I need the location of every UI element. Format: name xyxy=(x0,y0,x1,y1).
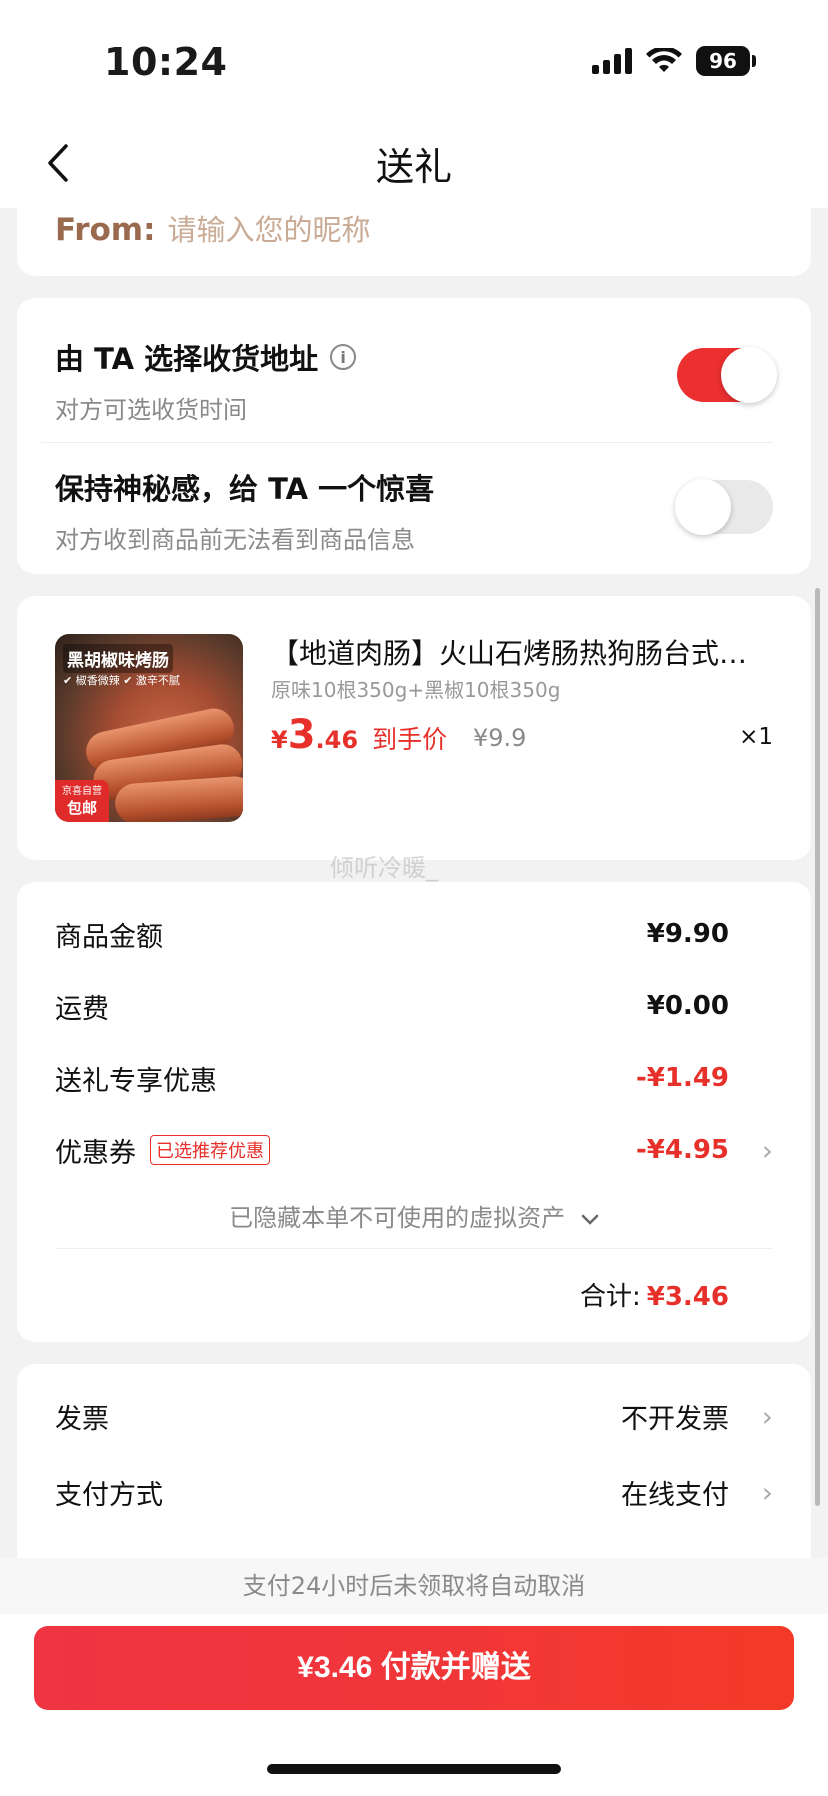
option-subtitle: 对方收到商品前无法看到商品信息 xyxy=(55,526,415,554)
from-label: From: xyxy=(55,212,156,248)
scrollbar[interactable] xyxy=(815,588,820,1506)
wifi-icon xyxy=(646,48,682,72)
from-row: From: xyxy=(55,212,668,248)
from-card: From: xyxy=(17,190,811,276)
option-title: 保持神秘感，给 TA 一个惊喜 xyxy=(55,466,773,508)
battery-tip xyxy=(752,55,756,67)
chevron-right-icon: › xyxy=(761,1133,773,1167)
total-value: ¥3.46 xyxy=(646,1282,729,1312)
status-bar: 10:24 96 xyxy=(0,0,828,120)
product-image-title: 黑胡椒味烤肠 xyxy=(63,644,173,673)
summary-row-gift-discount: 送礼专享优惠 -¥1.49 xyxy=(55,1058,773,1098)
price-tag: 到手价 xyxy=(372,725,448,754)
signal-icon xyxy=(592,48,632,74)
order-total: 合计: ¥3.46 xyxy=(580,1276,729,1313)
payment-card: 发票 不开发票 › 支付方式 在线支付 › xyxy=(17,1364,811,1558)
payment-method-label: 支付方式 xyxy=(55,1479,163,1511)
recipient-address-toggle[interactable] xyxy=(677,347,777,403)
original-price: ¥9.9 xyxy=(473,724,527,752)
info-icon[interactable]: i xyxy=(330,344,357,370)
summary-value: ¥0.00 xyxy=(646,991,729,1021)
summary-value: -¥4.95 xyxy=(635,1135,729,1165)
hidden-assets-toggle[interactable]: 已隐藏本单不可使用的虚拟资产 xyxy=(17,1198,811,1233)
chevron-down-icon xyxy=(581,1204,599,1232)
summary-value: -¥1.49 xyxy=(635,1063,729,1093)
divider xyxy=(55,1248,773,1249)
total-label: 合计: xyxy=(579,1282,641,1312)
price-currency: ¥ xyxy=(271,726,288,754)
option-mystery: 保持神秘感，给 TA 一个惊喜 对方收到商品前无法看到商品信息 xyxy=(55,466,773,555)
option-title-text: 由 TA 选择收货地址 xyxy=(55,342,319,376)
price-integer: 3 xyxy=(287,712,316,758)
product-card[interactable]: 黑胡椒味烤肠 ✔ 椒香微辣 ✔ 激辛不腻 京喜自营 包邮 【地道肉肠】火山石烤肠… xyxy=(17,596,811,860)
product-image-badge: 京喜自营 包邮 xyxy=(55,780,109,822)
status-icons: 96 xyxy=(592,46,756,76)
option-recipient-address: 由 TA 选择收货地址 i 对方可选收货时间 xyxy=(55,336,773,425)
toggle-knob xyxy=(721,347,777,403)
option-title-text: 保持神秘感，给 TA 一个惊喜 xyxy=(55,472,435,506)
payment-method-row[interactable]: 支付方式 在线支付 › xyxy=(55,1472,773,1512)
summary-label: 优惠券 xyxy=(55,1137,136,1169)
payment-method-value: 在线支付 xyxy=(621,1479,729,1511)
divider xyxy=(41,442,773,443)
summary-label: 商品金额 xyxy=(55,921,163,953)
nickname-input[interactable] xyxy=(167,213,668,247)
summary-label: 运费 xyxy=(55,993,109,1025)
battery-indicator: 96 xyxy=(696,46,750,76)
page-title: 送礼 xyxy=(375,145,452,189)
chevron-right-icon: › xyxy=(761,1475,773,1509)
price-decimal: .46 xyxy=(315,726,359,754)
summary-label: 送礼专享优惠 xyxy=(55,1065,217,1097)
invoice-value: 不开发票 xyxy=(621,1403,729,1435)
status-time: 10:24 xyxy=(104,40,228,84)
summary-row-shipping: 运费 ¥0.00 xyxy=(55,986,773,1026)
home-indicator[interactable] xyxy=(267,1764,561,1774)
invoice-label: 发票 xyxy=(55,1403,109,1435)
badge-top-text: 京喜自营 xyxy=(62,786,102,797)
summary-row-goods: 商品金额 ¥9.90 xyxy=(55,914,773,954)
chevron-right-icon: › xyxy=(761,1399,773,1433)
summary-row-coupon[interactable]: 优惠券 已选推荐优惠 -¥4.95 › xyxy=(55,1130,773,1170)
hidden-assets-text: 已隐藏本单不可使用的虚拟资产 xyxy=(229,1204,566,1232)
pay-and-gift-button[interactable]: ¥3.46 付款并赠送 xyxy=(34,1626,794,1710)
summary-value: ¥9.90 xyxy=(646,919,729,949)
toggle-knob xyxy=(675,479,731,535)
mystery-toggle[interactable] xyxy=(675,479,773,535)
invoice-row[interactable]: 发票 不开发票 › xyxy=(55,1396,773,1436)
product-quantity: ×1 xyxy=(739,724,773,750)
product-image[interactable]: 黑胡椒味烤肠 ✔ 椒香微辣 ✔ 激辛不腻 京喜自营 包邮 xyxy=(55,634,243,822)
gift-options-card: 由 TA 选择收货地址 i 对方可选收货时间 保持神秘感，给 TA 一个惊喜 对… xyxy=(17,298,811,574)
product-price: ¥ 3 .46 到手价 xyxy=(271,712,447,758)
option-title: 由 TA 选择收货地址 i xyxy=(55,336,773,378)
auto-cancel-note: 支付24小时后未领取将自动取消 xyxy=(0,1558,828,1614)
badge-text: 包邮 xyxy=(66,799,97,817)
price-summary-card: 商品金额 ¥9.90 运费 ¥0.00 送礼专享优惠 -¥1.49 优惠券 已选… xyxy=(17,882,811,1342)
product-image-subtitle: ✔ 椒香微辣 ✔ 激辛不腻 xyxy=(63,674,180,687)
coupon-tag: 已选推荐优惠 xyxy=(150,1135,270,1165)
watermark: 倾听冷暖_ xyxy=(330,854,438,882)
product-spec: 原味10根350g+黑椒10根350g xyxy=(271,678,561,702)
option-subtitle: 对方可选收货时间 xyxy=(55,396,247,424)
product-title[interactable]: 【地道肉肠】火山石烤肠热狗肠台式风味烤肠 xyxy=(271,632,773,672)
